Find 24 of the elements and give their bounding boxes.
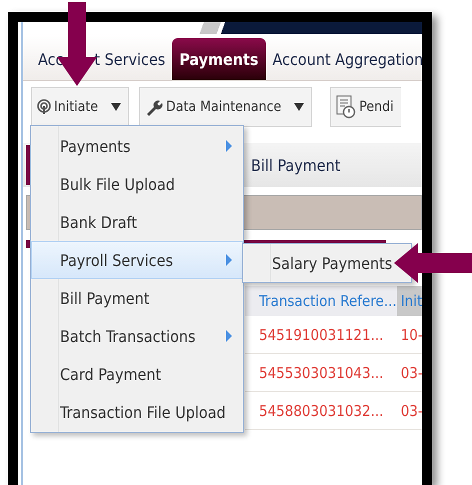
table-cell: 10- xyxy=(396,316,422,354)
nav-tab[interactable]: Payments xyxy=(172,38,266,80)
toolbar-button[interactable]: Pendi xyxy=(330,87,401,127)
target-icon xyxy=(37,99,51,115)
nav-tab[interactable]: Account Aggregation xyxy=(266,38,422,80)
wrench-icon xyxy=(145,98,164,116)
toolbar-button[interactable]: Data Maintenance xyxy=(139,87,312,127)
menu-item[interactable]: Bank Draft xyxy=(31,203,243,241)
sub-tab[interactable]: Bill Payment xyxy=(251,156,340,174)
menu-item[interactable]: Bill Payment xyxy=(31,279,243,317)
menu-item[interactable]: Card Payment xyxy=(31,355,243,393)
table-cell: 5451910031121... xyxy=(245,316,397,354)
menu-item[interactable]: Payments xyxy=(31,127,243,165)
menu-item[interactable]: Transaction File Upload xyxy=(31,393,243,431)
table-cell: 03- xyxy=(396,392,422,430)
menu-item[interactable]: Batch Transactions xyxy=(31,317,243,355)
toolbar-button[interactable]: Initiate xyxy=(31,87,130,127)
table-cell: 5455303031043... xyxy=(245,354,397,392)
menu-item[interactable]: Bulk File Upload xyxy=(31,165,243,203)
document-clock-icon xyxy=(336,95,356,119)
column-header[interactable]: Transaction Refere... xyxy=(245,286,397,316)
menu-item[interactable]: Payroll Services xyxy=(31,241,243,279)
table-cell: 5458803031032... xyxy=(245,392,397,430)
table-cell: 03- xyxy=(396,354,422,392)
